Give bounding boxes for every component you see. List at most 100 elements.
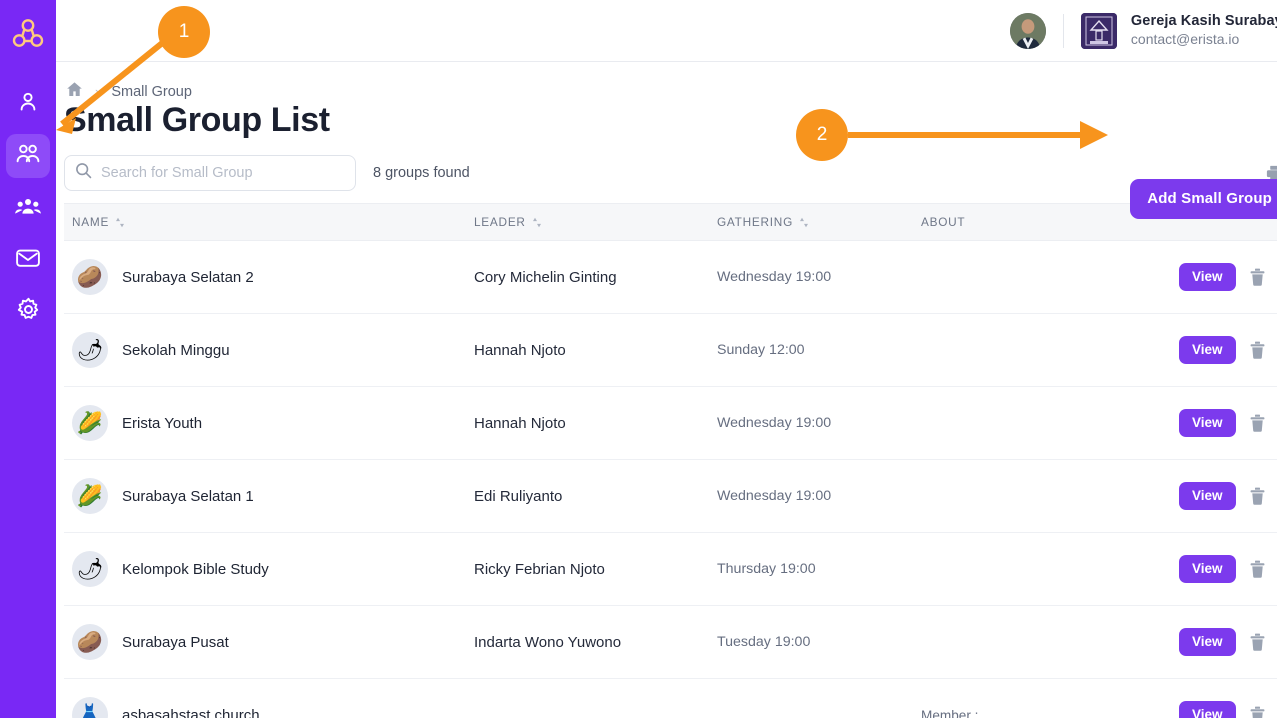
trash-icon[interactable] (1249, 268, 1266, 286)
divider (1062, 13, 1064, 48)
two-people-icon (15, 142, 41, 171)
group-name: Erista Youth (122, 414, 203, 432)
org-logo (1080, 12, 1117, 49)
table-row[interactable]: 👗 asbasahstast church Member : View (64, 679, 1277, 718)
group-avatar-icon: 🌽 (72, 478, 108, 514)
page-title: Small Group List (64, 101, 330, 139)
view-button[interactable]: View (1179, 628, 1236, 656)
cell-name: 🌶 Kelompok Bible Study (64, 551, 474, 587)
sidebar-item-settings[interactable] (6, 290, 50, 334)
group-avatar-icon: 🌽 (72, 405, 108, 441)
column-header-gathering[interactable]: GATHERING (717, 215, 921, 229)
group-name: Kelompok Bible Study (122, 560, 269, 578)
cell-name: 🌶 Sekolah Minggu (64, 332, 474, 368)
person-icon (16, 90, 40, 119)
group-name: Surabaya Selatan 1 (122, 487, 254, 505)
column-label: ABOUT (921, 215, 966, 229)
table-body: 🥔 Surabaya Selatan 2 Cory Michelin Ginting… (64, 241, 1277, 718)
table-row[interactable]: 🥔 Surabaya Selatan 2 Cory Michelin Ginting… (64, 241, 1277, 314)
cell-leader: Hannah Njoto (474, 341, 566, 359)
sidebar-item-messages[interactable] (6, 238, 50, 282)
small-group-table: NAME LEADER GATHERING ABOUT 🥔 Surabaya S… (64, 203, 1277, 718)
table-row[interactable]: 🌽 Surabaya Selatan 1 Edi Ruliyanto Wednesda… (64, 460, 1277, 533)
cell-name: 🥔 Surabaya Pusat (64, 624, 474, 660)
view-button[interactable]: View (1179, 336, 1236, 364)
gear-icon (16, 297, 41, 327)
cell-gathering: Thursday 19:00 (717, 561, 816, 577)
cell-name: 🌽 Surabaya Selatan 1 (64, 478, 474, 514)
cell-leader: Hannah Njoto (474, 414, 566, 432)
trash-icon[interactable] (1249, 414, 1266, 432)
toolbar: 8 groups found (56, 155, 1277, 191)
erista-logo-icon[interactable] (10, 16, 46, 52)
group-icon (14, 195, 42, 222)
cell-about: Member : (921, 707, 979, 718)
cell-gathering: Tuesday 19:00 (717, 634, 811, 650)
view-button[interactable]: View (1179, 409, 1236, 437)
search-icon (75, 162, 92, 184)
cell-actions: View (1179, 555, 1277, 583)
org-name: Gereja Kasih Surabaya (1130, 13, 1277, 30)
sort-icon (115, 217, 125, 228)
trash-icon[interactable] (1249, 706, 1266, 718)
view-button[interactable]: View (1179, 482, 1236, 510)
home-icon[interactable] (66, 81, 83, 103)
trash-icon[interactable] (1249, 633, 1266, 651)
cell-gathering: Sunday 12:00 (717, 342, 805, 358)
sidebar-item-groups[interactable] (6, 186, 50, 230)
cell-actions: View (1179, 628, 1277, 656)
group-name: Surabaya Pusat (122, 633, 229, 651)
cell-actions: View (1179, 482, 1277, 510)
breadcrumb: › Small Group (56, 62, 1277, 100)
column-label: LEADER (474, 215, 526, 229)
view-button[interactable]: View (1179, 555, 1236, 583)
group-avatar-icon: 🌶 (72, 332, 108, 368)
avatar[interactable] (1009, 12, 1046, 49)
view-button[interactable]: View (1179, 263, 1236, 291)
table-row[interactable]: 🌶 Kelompok Bible Study Ricky Febrian Njoto… (64, 533, 1277, 606)
add-small-group-button[interactable]: Add Small Group (1130, 179, 1277, 219)
group-avatar-icon: 👗 (72, 697, 108, 718)
cell-leader: Cory Michelin Ginting (474, 268, 617, 286)
org-email: contact@erista.io (1130, 31, 1240, 48)
table-header-row: NAME LEADER GATHERING ABOUT (64, 203, 1277, 241)
sidebar-item-members[interactable] (6, 82, 50, 126)
sort-icon (799, 217, 809, 228)
group-avatar-icon: 🥔 (72, 259, 108, 295)
group-avatar-icon: 🥔 (72, 624, 108, 660)
cell-leader: Edi Ruliyanto (474, 487, 563, 505)
column-header-leader[interactable]: LEADER (474, 215, 717, 229)
cell-actions: View (1179, 336, 1277, 364)
table-row[interactable]: 🌶 Sekolah Minggu Hannah Njoto Sunday 12:00 V… (64, 314, 1277, 387)
cell-leader: Ricky Febrian Njoto (474, 560, 605, 578)
cell-leader: Indarta Wono Yuwono (474, 633, 622, 651)
table-row[interactable]: 🥔 Surabaya Pusat Indarta Wono Yuwono Tuesda… (64, 606, 1277, 679)
column-header-name[interactable]: NAME (64, 215, 474, 229)
trash-icon[interactable] (1249, 487, 1266, 505)
sidebar (0, 0, 56, 718)
sidebar-item-small-group[interactable] (6, 134, 50, 178)
cell-gathering: Wednesday 19:00 (717, 415, 832, 431)
trash-icon[interactable] (1249, 341, 1266, 359)
search-input[interactable] (101, 165, 333, 181)
breadcrumb-separator: › (95, 84, 100, 99)
org-info: Gereja Kasih Surabaya contact@erista.io (1131, 12, 1277, 49)
app-root: Gereja Kasih Surabaya contact@erista.io … (0, 0, 1277, 718)
trash-icon[interactable] (1249, 560, 1266, 578)
breadcrumb-current[interactable]: Small Group (111, 84, 192, 100)
cell-actions: View (1179, 701, 1277, 718)
cell-name: 🌽 Erista Youth (64, 405, 474, 441)
cell-name: 🥔 Surabaya Selatan 2 (64, 259, 474, 295)
view-button[interactable]: View (1179, 701, 1236, 718)
group-name: asbasahstast church (122, 706, 260, 718)
cell-gathering: Wednesday 19:00 (717, 269, 832, 285)
envelope-icon (15, 247, 41, 274)
group-avatar-icon: 🌶 (72, 551, 108, 587)
main-area: Gereja Kasih Surabaya contact@erista.io … (56, 0, 1277, 718)
search-box[interactable] (64, 155, 356, 191)
cell-gathering: Wednesday 19:00 (717, 488, 832, 504)
table-row[interactable]: 🌽 Erista Youth Hannah Njoto Wednesday 19:00… (64, 387, 1277, 460)
cell-actions: View (1179, 409, 1277, 437)
content: › Small Group Small Group List 8 groups … (56, 62, 1277, 718)
group-name: Sekolah Minggu (122, 341, 230, 359)
